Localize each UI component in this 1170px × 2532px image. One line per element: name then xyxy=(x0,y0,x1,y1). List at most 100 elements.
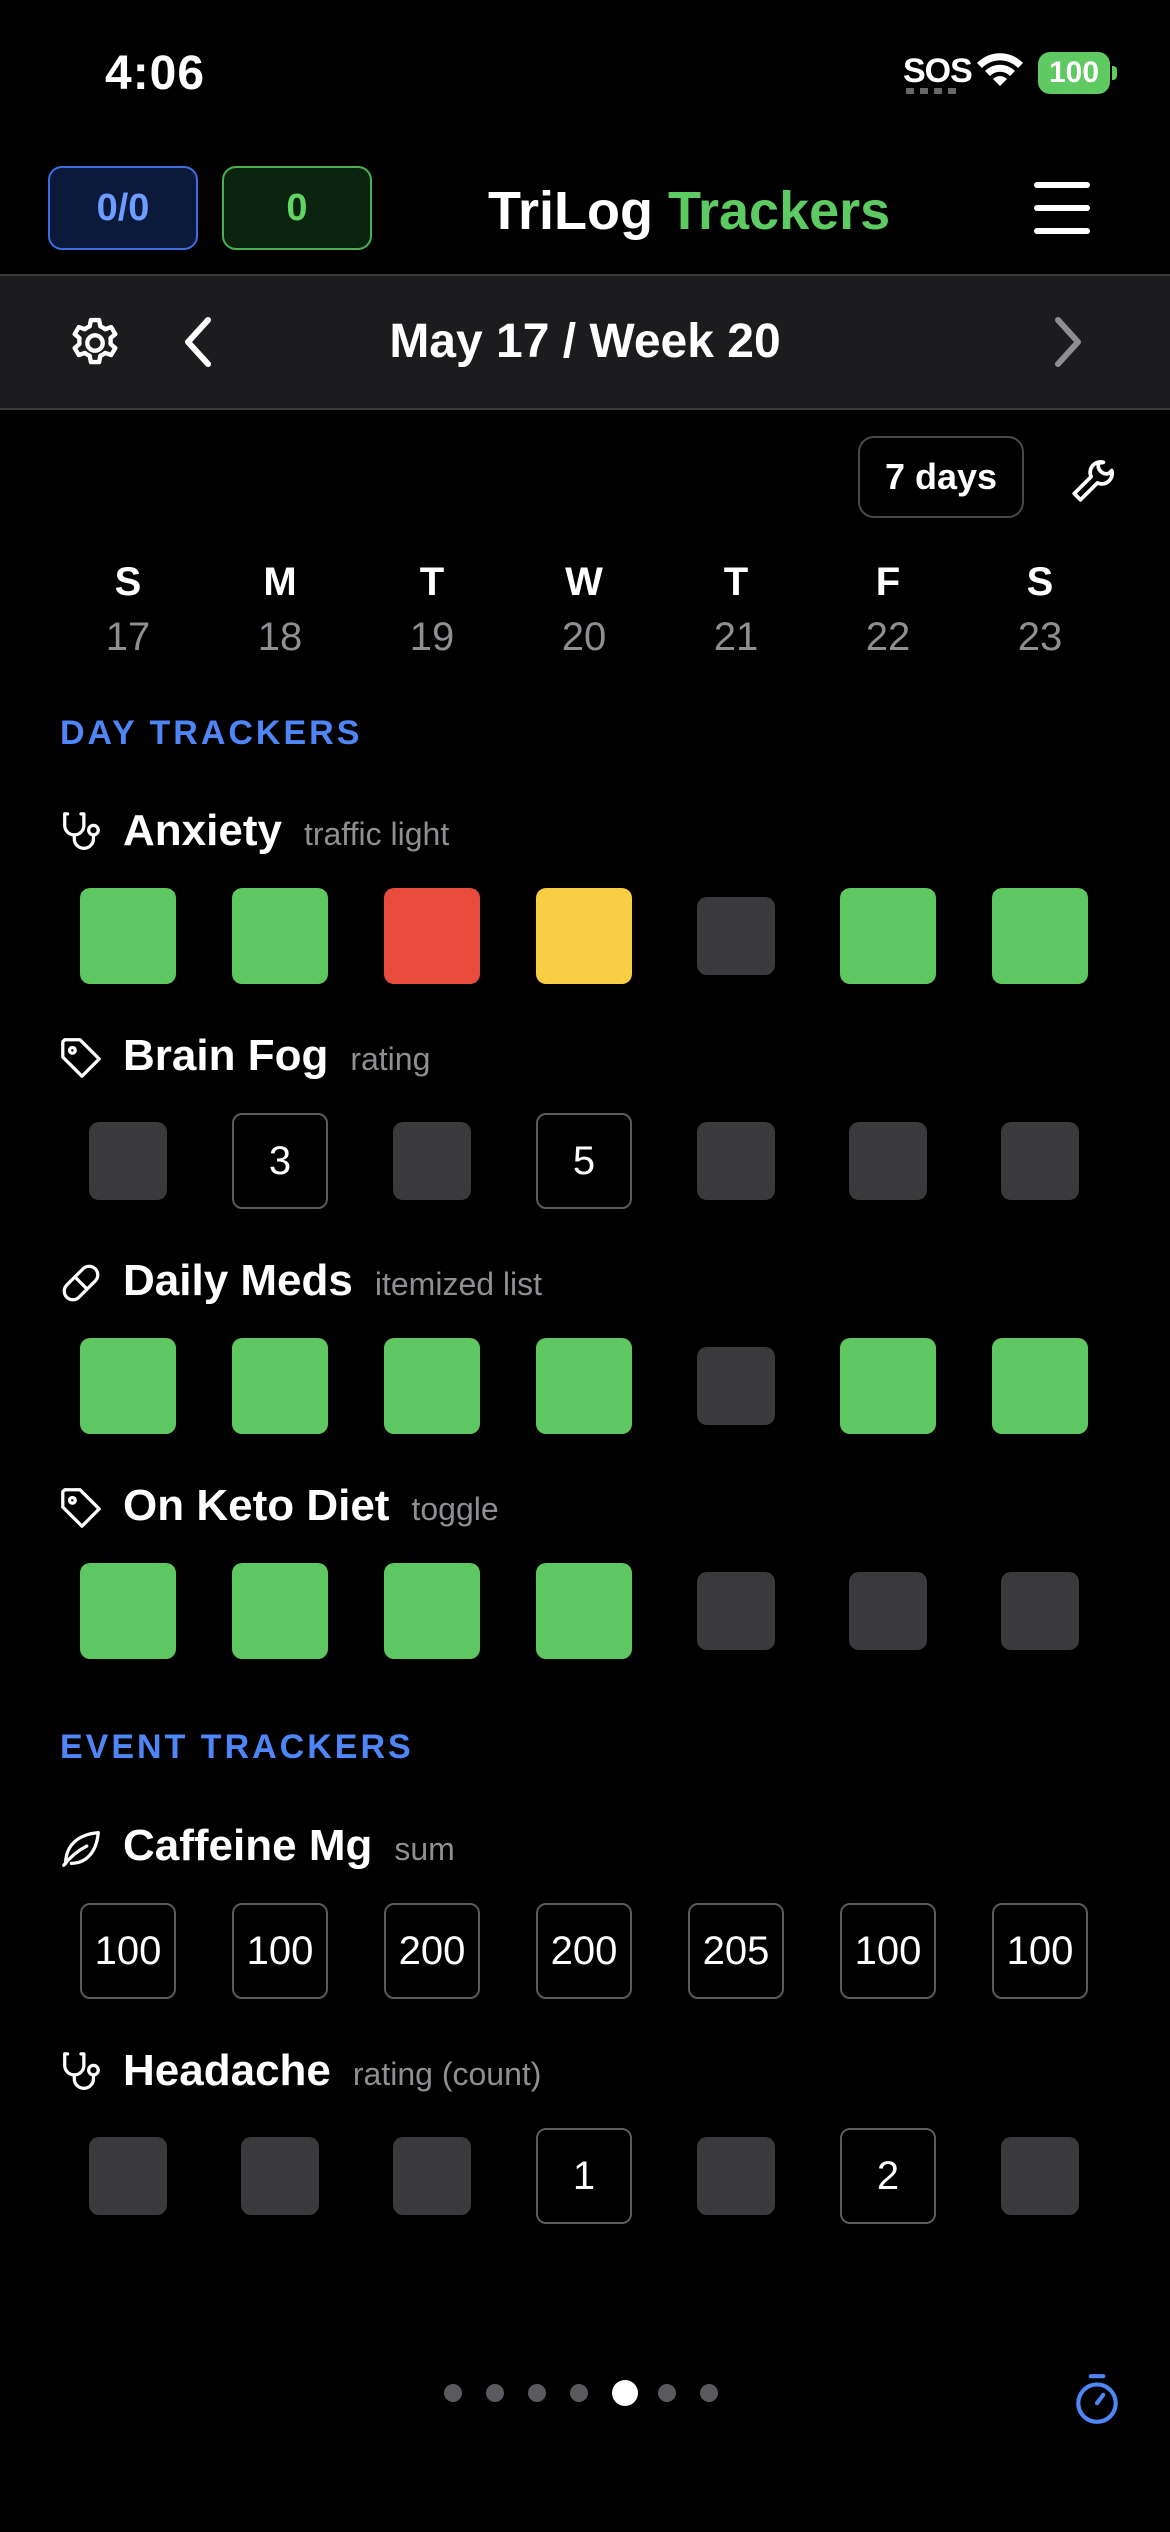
tracker-cell-empty[interactable] xyxy=(393,1122,471,1200)
weekday-column[interactable]: S 23 xyxy=(980,560,1100,660)
tracker-cell-value[interactable]: 100 xyxy=(232,1903,328,1999)
tracker-cell-value[interactable]: 205 xyxy=(688,1903,784,1999)
weekday-letter: W xyxy=(565,560,603,604)
section-title-day-trackers: DAY TRACKERS xyxy=(60,714,363,752)
tracker-cell-empty[interactable] xyxy=(1001,1572,1079,1650)
wrench-icon[interactable] xyxy=(1068,454,1118,504)
tracker-cell-value[interactable]: 3 xyxy=(232,1113,328,1209)
weekday-column[interactable]: T 21 xyxy=(676,560,796,660)
count-badge[interactable]: 0 xyxy=(222,166,372,250)
weekday-date: 21 xyxy=(713,615,759,659)
status-bar: 4:06 SOS 100 xyxy=(0,0,1170,150)
weekday-column[interactable]: F 22 xyxy=(828,560,948,660)
tracker-type: traffic light xyxy=(303,816,450,852)
tracker-cell-value[interactable]: 2 xyxy=(840,2128,936,2224)
stethoscope-icon xyxy=(63,812,100,850)
tracker-type: rating (count) xyxy=(352,2056,542,2092)
tracker-cell-empty[interactable] xyxy=(849,1572,927,1650)
tracker-cell-green[interactable] xyxy=(232,1563,328,1659)
tracker-cell-empty[interactable] xyxy=(697,2137,775,2215)
page-dot[interactable] xyxy=(700,2384,718,2402)
tracker-cell-green[interactable] xyxy=(536,1338,632,1434)
tracker-cell-value[interactable]: 100 xyxy=(992,1903,1088,1999)
weekday-date: 17 xyxy=(105,615,151,659)
stethoscope-icon xyxy=(63,2052,100,2090)
weekday-date: 23 xyxy=(1017,615,1063,659)
app-title: TriLog Trackers xyxy=(488,180,890,242)
tracker-type: toggle xyxy=(411,1491,499,1527)
tracker-cell-empty[interactable] xyxy=(89,1122,167,1200)
tracker-name: Caffeine Mg xyxy=(123,1821,373,1870)
tracker-cell-empty[interactable] xyxy=(697,1122,775,1200)
weekday-letter: S xyxy=(1026,560,1054,604)
week-header: S 17 M 18 T 19 W 20 T 21 F 22 S 23 xyxy=(0,560,1170,670)
page-indicator[interactable] xyxy=(444,2380,734,2406)
tracker-cell-green[interactable] xyxy=(840,888,936,984)
tracker-name: Brain Fog xyxy=(123,1031,329,1080)
weekday-column[interactable]: S 17 xyxy=(68,560,188,660)
page-dot[interactable] xyxy=(658,2384,676,2402)
tracker-cell-green[interactable] xyxy=(384,1563,480,1659)
page-dot-active[interactable] xyxy=(612,2380,638,2406)
tracker-cell-empty[interactable] xyxy=(1001,2137,1079,2215)
tracker-cell-green[interactable] xyxy=(80,1563,176,1659)
weekday-letter: F xyxy=(875,560,901,604)
page-dot[interactable] xyxy=(570,2384,588,2402)
pill-icon xyxy=(62,1264,100,1302)
page-dot[interactable] xyxy=(528,2384,546,2402)
tracker-cell-green[interactable] xyxy=(80,1338,176,1434)
weekday-date: 20 xyxy=(561,615,607,659)
tracker-cell-empty[interactable] xyxy=(1001,1122,1079,1200)
weekday-date: 22 xyxy=(865,615,911,659)
chevron-right-icon[interactable] xyxy=(1050,316,1086,368)
tracker-cell-value[interactable]: 5 xyxy=(536,1113,632,1209)
page-dot[interactable] xyxy=(486,2384,504,2402)
tracker-cell-empty[interactable] xyxy=(697,1347,775,1425)
wifi-icon xyxy=(977,53,1023,86)
tracker-cell-value[interactable]: 100 xyxy=(840,1903,936,1999)
hamburger-menu-icon[interactable] xyxy=(1034,182,1090,234)
tracker-cell-value[interactable]: 100 xyxy=(80,1903,176,1999)
tracker-cell-green[interactable] xyxy=(232,888,328,984)
tracker-cell-green[interactable] xyxy=(992,888,1088,984)
weekday-column[interactable]: W 20 xyxy=(524,560,644,660)
tracker-cell-red[interactable] xyxy=(384,888,480,984)
tracker-cell-empty[interactable] xyxy=(697,897,775,975)
range-selector-button[interactable]: 7 days xyxy=(858,436,1024,518)
tracker-cell-empty[interactable] xyxy=(697,1572,775,1650)
weekday-column[interactable]: M 18 xyxy=(220,560,340,660)
app-title-accent: Trackers xyxy=(668,181,891,241)
tracker-cell-empty[interactable] xyxy=(849,1122,927,1200)
tracker-cell-yellow[interactable] xyxy=(536,888,632,984)
tracker-cell-empty[interactable] xyxy=(393,2137,471,2215)
section-title-event-trackers: EVENT TRACKERS xyxy=(60,1728,414,1766)
stopwatch-icon[interactable] xyxy=(1072,2372,1122,2426)
tracker-cell-green[interactable] xyxy=(232,1338,328,1434)
tracker-cell-green[interactable] xyxy=(992,1338,1088,1434)
current-date-title: May 17 / Week 20 xyxy=(389,315,781,368)
app-header: 0/0 0 TriLog Trackers xyxy=(0,150,1170,274)
battery-nub xyxy=(1112,66,1117,80)
tracker-cell-green[interactable] xyxy=(840,1338,936,1434)
tag-icon xyxy=(61,1488,101,1528)
signal-dots xyxy=(906,88,958,94)
tracker-cell-value[interactable]: 200 xyxy=(536,1903,632,1999)
tracker-cell-empty[interactable] xyxy=(89,2137,167,2215)
sos-indicator: SOS xyxy=(903,52,973,90)
tracker-cell-green[interactable] xyxy=(80,888,176,984)
progress-badge[interactable]: 0/0 xyxy=(48,166,198,250)
tag-icon xyxy=(61,1038,101,1078)
tracker-name: Headache xyxy=(123,2046,331,2095)
weekday-date: 19 xyxy=(409,615,455,659)
tracker-cell-green[interactable] xyxy=(384,1338,480,1434)
tracker-cell-value[interactable]: 200 xyxy=(384,1903,480,1999)
tracker-cell-value[interactable]: 1 xyxy=(536,2128,632,2224)
tracker-name: Daily Meds xyxy=(123,1256,353,1305)
page-dot[interactable] xyxy=(444,2384,462,2402)
tracker-cell-empty[interactable] xyxy=(241,2137,319,2215)
weekday-letter: M xyxy=(263,560,297,604)
app-title-main: TriLog xyxy=(488,181,653,241)
tracker-name: On Keto Diet xyxy=(123,1481,390,1530)
weekday-column[interactable]: T 19 xyxy=(372,560,492,660)
tracker-cell-green[interactable] xyxy=(536,1563,632,1659)
